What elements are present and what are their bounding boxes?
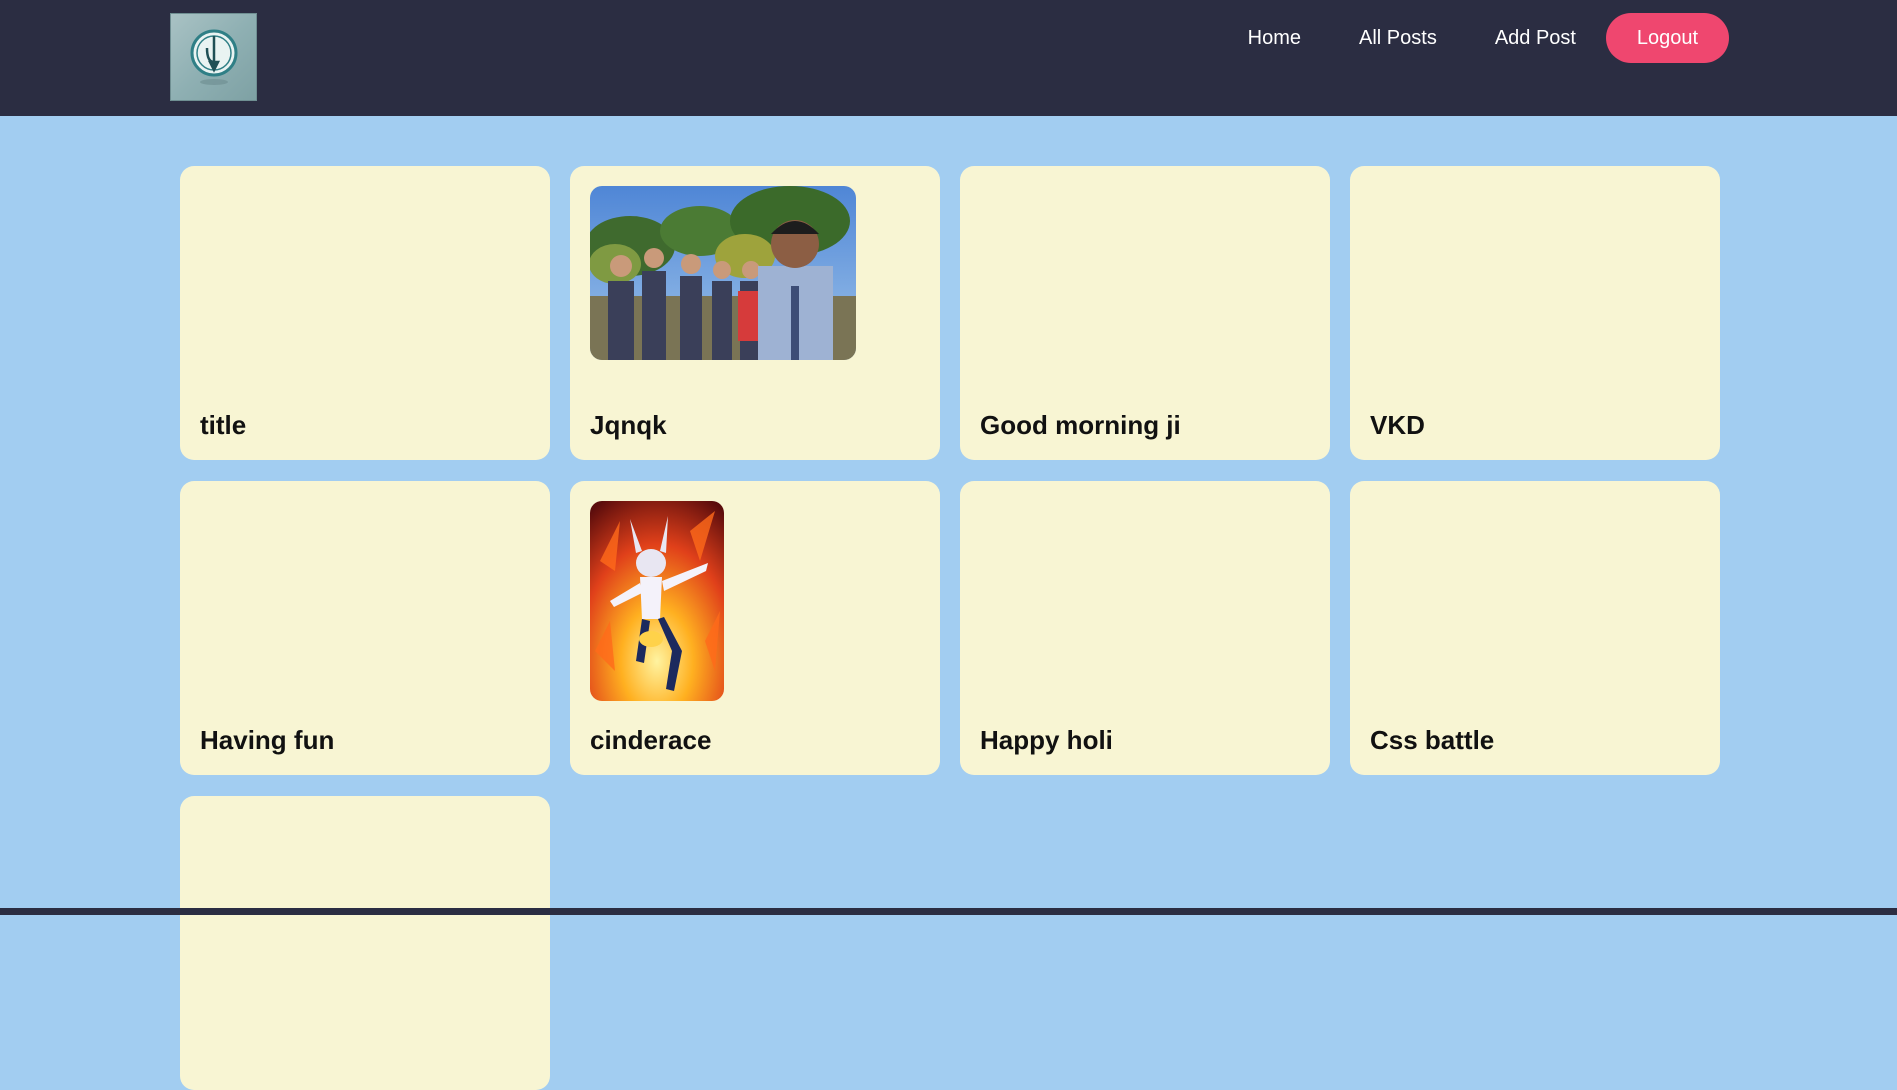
posts-grid: title Jqnqk Good morning ji VKD Having f… [180, 166, 1720, 1090]
post-card[interactable]: cinderace [570, 481, 940, 775]
nav-links: Home All Posts Add Post Logout [1219, 13, 1729, 63]
post-title: title [200, 410, 247, 440]
post-card[interactable]: Jqnqk [570, 166, 940, 460]
post-title: Good morning ji [980, 410, 1181, 440]
nav-all-posts[interactable]: All Posts [1330, 13, 1466, 63]
post-title: Jqnqk [590, 410, 667, 440]
post-card[interactable]: Having fun [180, 481, 550, 775]
post-card[interactable]: Happy holi [960, 481, 1330, 775]
post-image [590, 501, 724, 701]
post-title: Having fun [200, 725, 335, 755]
post-card[interactable]: Good morning ji [960, 166, 1330, 460]
nav-add-post[interactable]: Add Post [1466, 13, 1605, 63]
logout-button[interactable]: Logout [1606, 13, 1729, 63]
post-image [590, 186, 856, 360]
post-card[interactable] [180, 796, 550, 1090]
post-title: Css battle [1370, 725, 1495, 755]
post-card[interactable]: Css battle [1350, 481, 1720, 775]
nav-home[interactable]: Home [1219, 13, 1330, 63]
post-card[interactable]: VKD [1350, 166, 1720, 460]
post-card[interactable]: title [180, 166, 550, 460]
site-logo[interactable] [170, 13, 257, 101]
footer-edge [0, 908, 1897, 915]
post-title: Happy holi [980, 725, 1113, 755]
pen-logo-icon [190, 29, 237, 85]
navbar: Home All Posts Add Post Logout [0, 0, 1897, 116]
post-title: cinderace [590, 725, 712, 755]
post-title: VKD [1370, 410, 1425, 440]
